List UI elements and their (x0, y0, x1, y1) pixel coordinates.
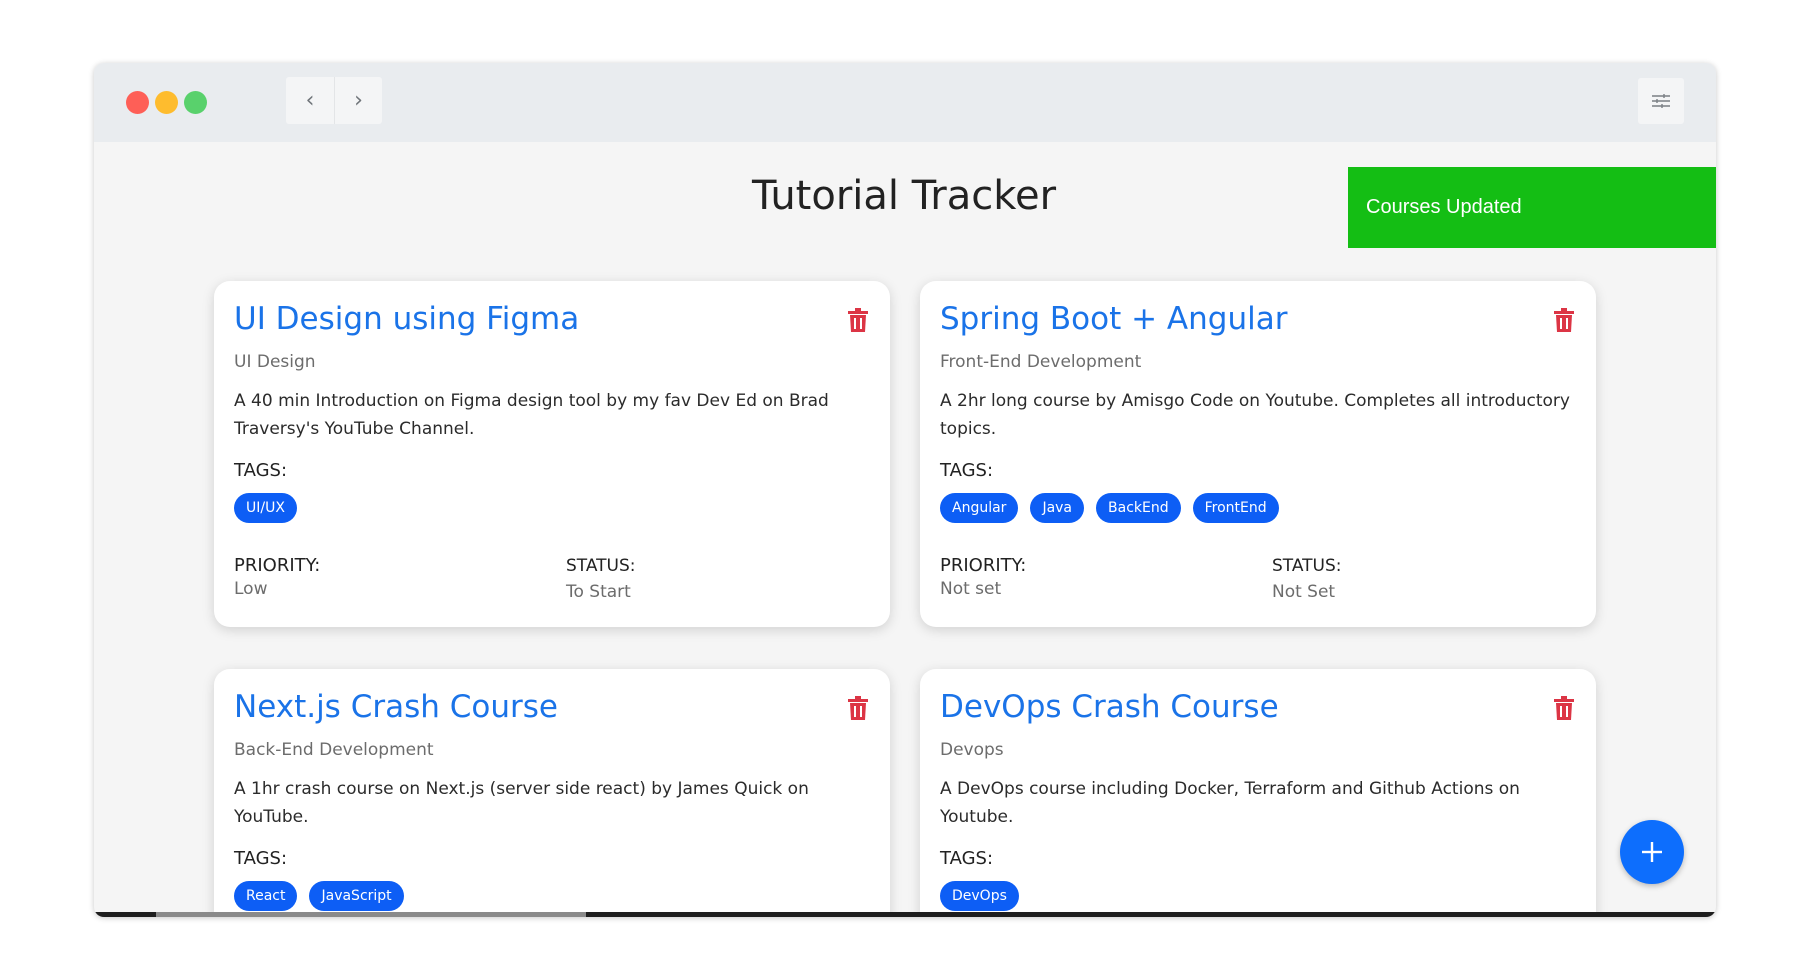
course-card[interactable]: DevOps Crash Course Devops A DevOps cour… (920, 669, 1596, 917)
close-window-button[interactable] (126, 91, 149, 114)
scrollbar-thumb[interactable] (156, 912, 586, 917)
course-description: A 40 min Introduction on Figma design to… (234, 391, 829, 439)
course-description: A 2hr long course by Amisgo Code on Yout… (940, 391, 1570, 439)
status-value: Not Set (1272, 582, 1336, 602)
tags-label: TAGS: (940, 460, 994, 481)
tag-list: Angular Java BackEnd FrontEnd (940, 493, 1279, 523)
priority-value: Low (234, 579, 268, 599)
tag-badge[interactable]: UI/UX (234, 493, 297, 523)
delete-button[interactable] (1554, 308, 1574, 336)
tag-badge[interactable]: React (234, 881, 298, 911)
minimize-window-button[interactable] (155, 91, 178, 114)
horizontal-scrollbar[interactable] (94, 912, 1716, 917)
course-card[interactable]: UI Design using Figma UI Design A 40 min… (214, 281, 890, 627)
delete-button[interactable] (1554, 696, 1574, 724)
settings-button[interactable] (1638, 78, 1684, 124)
priority-label: PRIORITY: (940, 555, 1027, 576)
forward-button[interactable]: › (334, 77, 382, 124)
trash-icon (848, 696, 868, 720)
course-description: A DevOps course including Docker, Terraf… (940, 779, 1520, 827)
course-description: A 1hr crash course on Next.js (server si… (234, 779, 809, 827)
tags-label: TAGS: (234, 460, 288, 481)
tag-badge[interactable]: BackEnd (1096, 493, 1181, 523)
course-card[interactable]: Spring Boot + Angular Front-End Developm… (920, 281, 1596, 627)
tag-badge[interactable]: Java (1030, 493, 1085, 523)
tag-list: React JavaScript (234, 881, 404, 911)
course-category: Front-End Development (940, 352, 1142, 372)
chevron-right-icon: › (354, 88, 363, 113)
priority-label: PRIORITY: (234, 555, 321, 576)
tag-list: DevOps (940, 881, 1019, 911)
status-label: STATUS: (566, 556, 636, 576)
course-category: UI Design (234, 352, 316, 372)
navigation-buttons: ‹ › (286, 77, 382, 124)
course-title[interactable]: DevOps Crash Course (940, 689, 1279, 725)
trash-icon (848, 308, 868, 332)
sliders-icon (1652, 94, 1670, 108)
back-button[interactable]: ‹ (286, 77, 334, 124)
toast-notification: Courses Updated (1348, 167, 1716, 248)
toast-message: Courses Updated (1366, 196, 1522, 218)
tags-label: TAGS: (234, 848, 288, 869)
title-bar: ‹ › (94, 63, 1716, 142)
browser-window: ‹ › Tutorial Tracker Courses Updated UI … (94, 63, 1716, 917)
trash-icon (1554, 308, 1574, 332)
status-value: To Start (566, 582, 631, 602)
delete-button[interactable] (848, 308, 868, 336)
trash-icon (1554, 696, 1574, 720)
plus-icon (1642, 842, 1662, 862)
course-card[interactable]: Next.js Crash Course Back-End Developmen… (214, 669, 890, 917)
course-category: Devops (940, 740, 1004, 760)
add-course-button[interactable] (1620, 820, 1684, 884)
tag-badge[interactable]: JavaScript (309, 881, 404, 911)
maximize-window-button[interactable] (184, 91, 207, 114)
chevron-left-icon: ‹ (305, 88, 315, 113)
course-title[interactable]: Next.js Crash Course (234, 689, 558, 725)
course-title[interactable]: UI Design using Figma (234, 301, 579, 337)
tag-list: UI/UX (234, 493, 297, 523)
delete-button[interactable] (848, 696, 868, 724)
status-label: STATUS: (1272, 556, 1342, 576)
tag-badge[interactable]: FrontEnd (1192, 493, 1279, 523)
tag-badge[interactable]: Angular (940, 493, 1019, 523)
tags-label: TAGS: (940, 848, 994, 869)
course-category: Back-End Development (234, 740, 434, 760)
course-title[interactable]: Spring Boot + Angular (940, 301, 1287, 337)
tag-badge[interactable]: DevOps (940, 881, 1019, 911)
priority-value: Not set (940, 579, 1002, 599)
